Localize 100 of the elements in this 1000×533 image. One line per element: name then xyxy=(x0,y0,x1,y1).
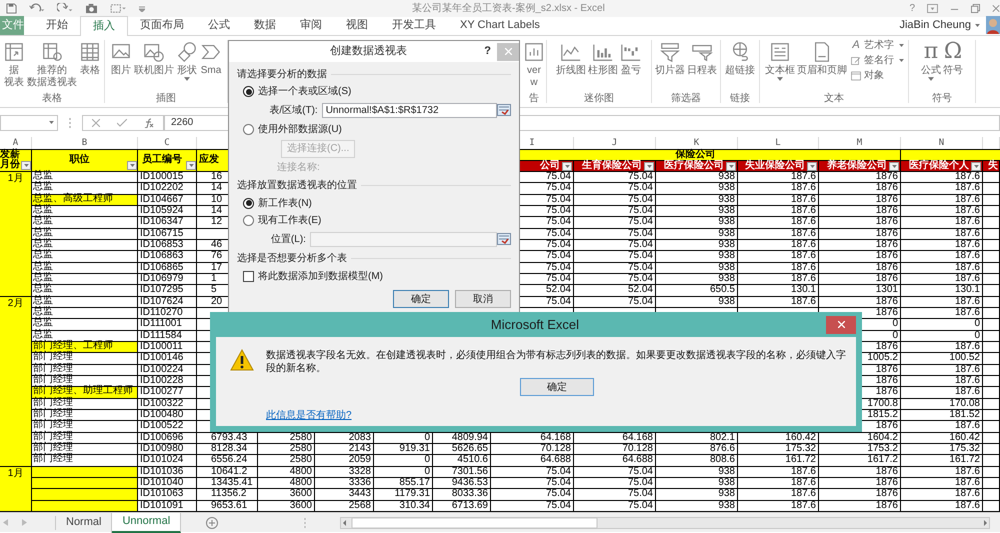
column-header[interactable]: B xyxy=(82,138,88,148)
radio-label[interactable]: 新工作表(N) xyxy=(258,196,312,210)
ribbon-tab[interactable]: 数据 xyxy=(242,16,288,35)
column-header[interactable]: K xyxy=(694,138,700,148)
ribbon-button[interactable]: 据 视表 xyxy=(2,36,26,89)
column-header[interactable]: M xyxy=(856,138,862,148)
function-icon[interactable] xyxy=(144,118,154,128)
ribbon-button[interactable]: 推荐的 数据透视表 xyxy=(26,36,78,89)
ribbon-button[interactable]: 联机图片 xyxy=(133,36,175,77)
column-header[interactable]: J xyxy=(612,138,618,148)
radio-button[interactable] xyxy=(243,215,254,226)
radio-label[interactable]: 选择一个表或区域(S) xyxy=(258,84,352,99)
ribbon-button[interactable]: 切片器 xyxy=(654,36,686,77)
ribbon-tab[interactable]: XY Chart Labels xyxy=(448,16,552,35)
filter-dropdown-button[interactable] xyxy=(971,162,981,170)
ribbon-tab[interactable]: 开发工具 xyxy=(380,16,448,35)
column-header[interactable]: L xyxy=(775,138,781,148)
column-header[interactable]: A xyxy=(12,138,18,148)
range-select-icon[interactable] xyxy=(497,104,511,116)
caret-icon xyxy=(810,164,814,168)
radio-button[interactable] xyxy=(243,198,254,208)
cancel-icon[interactable] xyxy=(92,118,100,126)
ribbon-button[interactable]: 表格 xyxy=(78,36,102,77)
shapes-icon xyxy=(176,41,198,63)
filter-dropdown-button[interactable] xyxy=(21,161,31,170)
user-name[interactable]: JiaBin Cheung xyxy=(899,16,975,35)
ribbon-button[interactable]: 形状 xyxy=(175,36,199,81)
help-link[interactable]: 此信息是否有帮助? xyxy=(266,410,352,421)
filter-dropdown-button[interactable] xyxy=(186,161,196,170)
column-header[interactable]: N xyxy=(938,138,944,148)
ribbon-tab[interactable]: 公式 xyxy=(196,16,242,35)
close-button[interactable] xyxy=(826,316,856,334)
sheet-tab[interactable]: Unnormal xyxy=(112,512,182,532)
ribbon-button[interactable]: 超链接 xyxy=(724,36,756,77)
drag-handle-icon[interactable] xyxy=(69,118,71,128)
close-icon[interactable] xyxy=(992,4,1000,13)
filter-dropdown-button[interactable] xyxy=(562,162,572,170)
ribbon-tab[interactable]: 视图 xyxy=(334,16,380,35)
drag-handle-icon[interactable] xyxy=(304,518,306,528)
ribbon-button[interactable]: 文本框 xyxy=(764,36,796,81)
ribbon-button[interactable]: π 公式 xyxy=(920,36,942,81)
ribbon-tab[interactable]: 页面布局 xyxy=(128,16,196,35)
dialog-button[interactable]: 取消 xyxy=(455,290,511,308)
add-sheet-icon[interactable] xyxy=(206,516,218,528)
ribbon-button[interactable]: Ω 符号 xyxy=(942,36,964,77)
ribbon-button[interactable]: A 艺术字 xyxy=(850,39,904,52)
column-title: 生育保险公司 xyxy=(582,161,642,171)
checkbox[interactable] xyxy=(243,270,254,282)
ribbon-button[interactable]: 折线图 xyxy=(555,36,587,77)
radio-button[interactable] xyxy=(243,86,254,97)
ribbon-button[interactable]: ver w xyxy=(522,36,546,89)
table-cell: 0 xyxy=(374,432,433,444)
filter-dropdown-button[interactable] xyxy=(127,161,137,170)
save-icon[interactable] xyxy=(6,3,17,14)
horizontal-scrollbar[interactable] xyxy=(340,516,990,528)
customize-toolbar-icon[interactable] xyxy=(139,6,145,12)
range-field[interactable]: Unnormal!$A$1:$R$1732 xyxy=(322,102,497,118)
restore-icon[interactable] xyxy=(971,4,980,13)
ribbon-tab[interactable]: 开始 xyxy=(34,16,80,35)
ribbon-display-icon[interactable] xyxy=(927,4,938,13)
check-icon[interactable] xyxy=(116,118,127,126)
ribbon-tab[interactable]: 审阅 xyxy=(288,16,334,35)
pivot-table-icon xyxy=(3,41,25,63)
help-button[interactable]: ? xyxy=(478,43,497,60)
ribbon-tab[interactable]: 插入 xyxy=(80,16,128,36)
redo-icon[interactable] xyxy=(57,3,73,14)
table-cell: 1876 xyxy=(819,217,901,229)
filter-dropdown-button[interactable] xyxy=(644,162,654,170)
table-cell xyxy=(983,444,1000,456)
radio-button[interactable] xyxy=(243,124,254,134)
ribbon-button[interactable]: 日程表 xyxy=(686,36,718,77)
table-cell: ID107624 xyxy=(138,296,197,308)
ok-button[interactable]: 确定 xyxy=(520,378,594,396)
camera-icon[interactable] xyxy=(85,3,98,14)
column-header[interactable]: I xyxy=(529,138,535,148)
checkbox-label[interactable]: 将此数据添加到数据模型(M) xyxy=(258,268,383,284)
filter-dropdown-button[interactable] xyxy=(889,162,899,170)
ribbon-button[interactable]: 签名行 xyxy=(850,54,904,67)
ribbon-button[interactable]: 对象 xyxy=(850,69,904,82)
table-cell: 130.1 xyxy=(901,285,983,297)
range-select-icon[interactable] xyxy=(497,233,511,245)
caret-icon xyxy=(728,164,734,168)
filter-dropdown-button[interactable] xyxy=(807,162,817,170)
table-cell: ID106715 xyxy=(138,228,197,240)
undo-icon[interactable] xyxy=(29,3,45,14)
table-cell: 3336 xyxy=(315,478,374,490)
selection-icon[interactable] xyxy=(110,3,127,14)
ribbon-button[interactable]: Sma xyxy=(199,36,223,77)
filter-dropdown-button[interactable] xyxy=(726,162,736,170)
avatar-icon[interactable] xyxy=(986,16,1000,34)
column-title: 应发 xyxy=(198,155,220,165)
column-header[interactable]: C xyxy=(164,138,170,148)
ribbon-button[interactable]: 页眉和页脚 xyxy=(796,36,848,77)
ribbon-button[interactable]: 图片 xyxy=(109,36,133,77)
radio-label[interactable]: 现有工作表(E) xyxy=(258,213,322,228)
ribbon-button[interactable]: 柱形图 xyxy=(587,36,619,77)
table-cell: 1876 xyxy=(819,240,901,252)
ribbon-button[interactable]: 盈亏 xyxy=(619,36,643,77)
dialog-button[interactable]: 确定 xyxy=(393,290,449,308)
table-cell: ID105924 xyxy=(138,206,197,218)
